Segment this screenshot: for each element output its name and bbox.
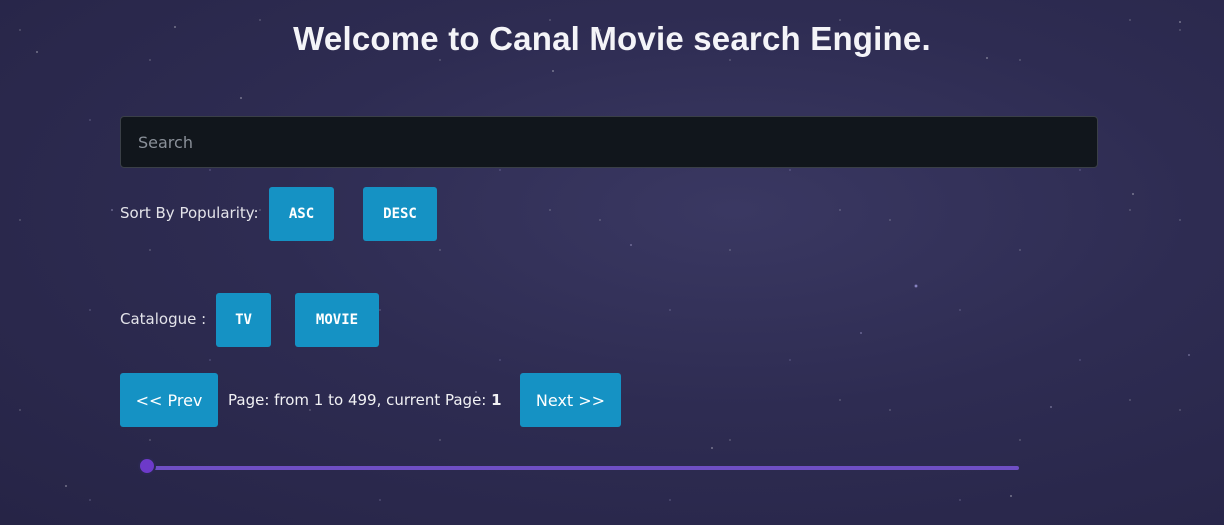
next-page-button[interactable]: Next >> [520, 373, 621, 427]
page-slider-track[interactable] [148, 466, 1019, 470]
catalogue-tv-button[interactable]: TV [216, 293, 271, 347]
page-title: Welcome to Canal Movie search Engine. [293, 20, 931, 57]
page-info-text: Page: from 1 to 499, current Page: [228, 391, 487, 409]
catalogue-movie-button[interactable]: MOVIE [295, 293, 379, 347]
sort-desc-button[interactable]: DESC [363, 187, 437, 241]
page-info: Page: from 1 to 499, current Page: 1 [228, 391, 502, 409]
starfield-background [0, 0, 1224, 525]
page-slider-thumb[interactable] [138, 457, 156, 475]
sort-label: Sort By Popularity: [120, 204, 259, 222]
prev-page-button[interactable]: << Prev [120, 373, 218, 427]
current-page-number: 1 [491, 391, 502, 409]
sort-asc-button[interactable]: ASC [269, 187, 334, 241]
catalogue-label: Catalogue : [120, 310, 207, 328]
starfield-background-dense [0, 0, 1224, 525]
search-input[interactable] [120, 116, 1098, 168]
